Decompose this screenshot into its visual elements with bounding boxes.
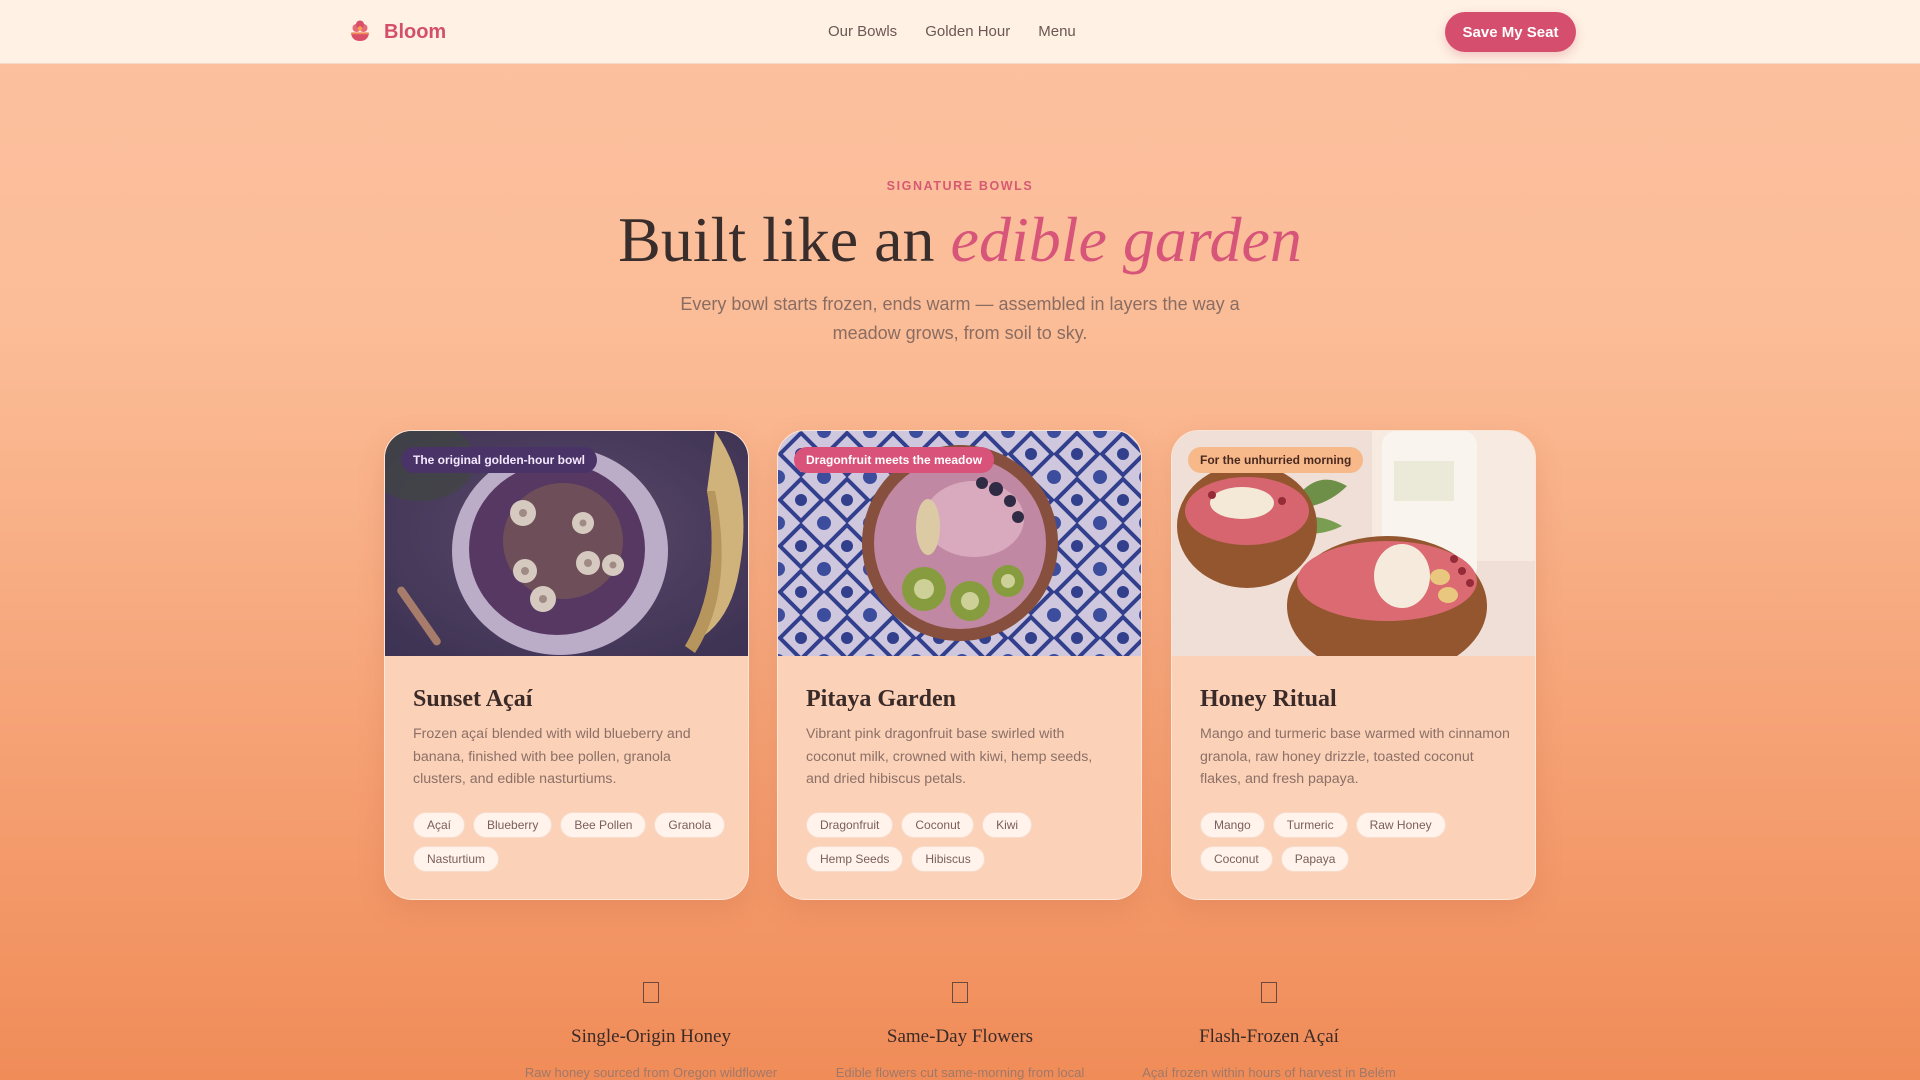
ingredient-chips: Mango Turmeric Raw Honey Coconut Papaya [1200,812,1520,872]
brand-name: Bloom [384,20,447,43]
nav-link-our-bowls[interactable]: Our Bowls [828,23,897,40]
feature-description: Edible flowers cut same-morning from loc… [835,1065,1085,1080]
card-description: Mango and turmeric base warmed with cinn… [1200,726,1510,787]
flower-icon [952,982,968,1003]
ingredient-chip: Dragonfruit [806,812,894,838]
ingredient-chip: Granola [654,812,726,838]
bowl-photo-pitaya: Dragonfruit meets the meadow [778,431,1141,656]
ingredient-chip: Açaí [413,812,466,838]
ingredient-chip: Kiwi [982,812,1033,838]
feature-title: Flash-Frozen Açaí [1199,1026,1339,1047]
feature-title: Same-Day Flowers [886,1026,1034,1047]
bowl-card-sunset-acai[interactable]: The original golden-hour bowl Sunset Aça… [384,430,749,900]
feature-acai: Flash-Frozen Açaí Açaí frozen within hou… [1114,982,1424,1080]
page-headline: Built like an edible garden [0,203,1920,277]
card-tag: The original golden-hour bowl [401,447,597,473]
ingredient-chip: Hibiscus [911,846,985,872]
bowl-photo-honey: For the unhurried morning [1172,431,1535,656]
top-nav: Bloom Our Bowls Golden Hour Menu Save My… [0,0,1920,64]
card-description: Frozen açaí blended with wild blueberry … [413,726,691,787]
ingredient-chips: Açaí Blueberry Bee Pollen Granola Nastur… [413,812,733,872]
hero-subtext: Every bowl starts frozen, ends warm — as… [680,294,1240,343]
ingredient-chip: Coconut [1200,846,1273,872]
flower-bowl-icon [351,20,369,41]
ingredient-chip: Coconut [901,812,975,838]
bowl-card-pitaya-garden[interactable]: Dragonfruit meets the meadow Pitaya Gard… [777,430,1142,900]
feature-flowers: Same-Day Flowers Edible flowers cut same… [805,982,1115,1080]
nav-links: Our Bowls Golden Hour Menu [828,23,1076,40]
brand-logo[interactable]: Bloom [348,18,446,46]
card-title: Pitaya Garden [806,686,956,712]
ingredient-chip: Papaya [1280,846,1350,872]
ingredient-chip: Mango [1200,812,1265,838]
feature-description: Açaí frozen within hours of harvest in B… [1142,1065,1396,1080]
card-title: Sunset Açaí [413,686,533,712]
ingredient-chip: Turmeric [1272,812,1348,838]
ingredient-chip: Bee Pollen [560,812,647,838]
section-eyebrow: SIGNATURE BOWLS [886,179,1034,193]
nav-link-golden-hour[interactable]: Golden Hour [925,23,1010,40]
feature-title: Single-Origin Honey [571,1026,731,1047]
bowl-card-honey-ritual[interactable]: For the unhurried morning Honey Ritual M… [1171,430,1536,900]
save-my-seat-button[interactable]: Save My Seat [1445,12,1576,52]
bowl-photo-acai: The original golden-hour bowl [385,431,748,656]
honey-icon [643,982,659,1003]
ingredient-chip: Hemp Seeds [806,846,904,872]
ingredient-chip: Blueberry [473,812,553,838]
card-tag: Dragonfruit meets the meadow [794,447,995,473]
nav-link-menu[interactable]: Menu [1038,23,1076,40]
headline-plain: Built like an [618,204,951,275]
ingredient-chip: Raw Honey [1355,812,1446,838]
feature-honey: Single-Origin Honey Raw honey sourced fr… [496,982,806,1080]
headline-accent: edible garden [950,204,1302,275]
ingredient-chips: Dragonfruit Coconut Kiwi Hemp Seeds Hibi… [806,812,1126,872]
snowflake-icon [1261,982,1277,1003]
card-description: Vibrant pink dragonfruit base swirled wi… [806,726,1093,787]
feature-description: Raw honey sourced from Oregon wildflower [524,1065,778,1080]
card-tag: For the unhurried morning [1188,447,1364,473]
ingredient-chip: Nasturtium [413,846,500,872]
card-title: Honey Ritual [1200,686,1337,712]
